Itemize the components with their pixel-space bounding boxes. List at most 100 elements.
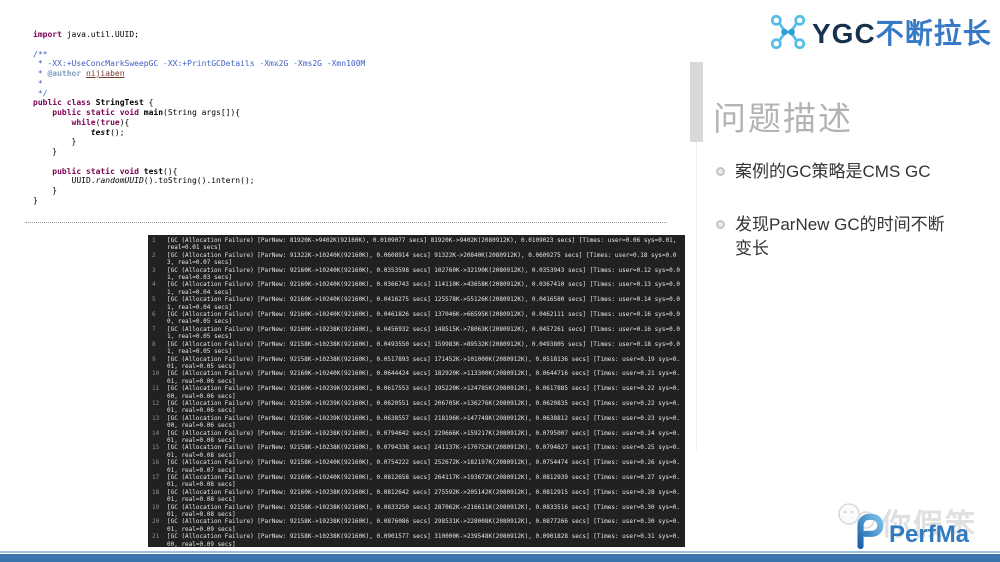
bullet-list: 案例的GC策略是CMS GC 发现ParNew GC的时间不断变长 (716, 160, 960, 290)
code-token: (String args[]){ (163, 108, 241, 117)
perfma-logo-text: PerfMa (889, 521, 970, 548)
brand-logo: YGC不断拉长 (770, 12, 992, 52)
code-line: } (33, 186, 663, 196)
line-number: 20 (152, 518, 160, 526)
gc-log-text: [GC (Allocation Failure) [ParNew: 92160K… (167, 281, 680, 296)
code-token: UUID. (33, 176, 96, 186)
code-token: /** (33, 49, 48, 59)
gc-log-row: 14 [GC (Allocation Failure) [ParNew: 9215… (148, 430, 683, 445)
gc-log-text: [GC (Allocation Failure) [ParNew: 92158K… (167, 503, 680, 519)
code-line: public static void main(String args[]){ (33, 108, 663, 118)
line-number: 14 (152, 429, 160, 437)
code-token: test (143, 166, 164, 176)
bottom-accent-line (0, 551, 1000, 553)
code-block: import java.util.UUID; /** * -XX:+UseCon… (33, 30, 663, 206)
gc-log-text: [GC (Allocation Failure) [ParNew: 92160K… (167, 474, 680, 489)
gc-log-row: 4 [GC (Allocation Failure) [ParNew: 92160… (148, 281, 683, 296)
bottom-bar (0, 554, 1000, 562)
gc-log-row: 13 [GC (Allocation Failure) [ParNew: 9215… (148, 415, 683, 430)
brand-title-primary: YGC (812, 18, 876, 49)
gc-log-row: 1 [GC (Allocation Failure) [ParNew: 81920… (148, 237, 683, 252)
code-line: test(); (33, 128, 663, 138)
code-line: * -XX:+UseConcMarkSweepGC -XX:+PrintGCDe… (33, 59, 663, 69)
bullet-marker-icon (716, 167, 725, 176)
code-token: (); (110, 127, 125, 137)
gc-log-text: [GC (Allocation Failure) [ParNew: 91322K… (167, 251, 677, 267)
line-number: 7 (152, 325, 156, 333)
gc-log-text: [GC (Allocation Failure) [ParNew: 92159K… (167, 429, 680, 444)
code-token: } (33, 137, 77, 147)
brand-title-secondary: 不断拉长 (875, 18, 992, 49)
bullet-text: 案例的GC策略是CMS GC (735, 162, 931, 181)
line-number: 10 (152, 370, 160, 378)
gc-log-row: 10 [GC (Allocation Failure) [ParNew: 9216… (148, 370, 683, 385)
line-number: 19 (152, 503, 160, 511)
code-line: */ (33, 89, 663, 99)
gc-log-text: [GC (Allocation Failure) [ParNew: 92158K… (167, 340, 680, 356)
gc-log-row: 21 [GC (Allocation Failure) [ParNew: 9215… (148, 533, 683, 547)
code-token: ().toString().intern(); (143, 176, 255, 186)
gc-log-row: 11 [GC (Allocation Failure) [ParNew: 9216… (148, 385, 683, 400)
gc-log-text: [GC (Allocation Failure) [ParNew: 92160K… (167, 296, 680, 311)
panel-title: 问题描述 (713, 100, 853, 137)
gc-log-text: [GC (Allocation Failure) [ParNew: 92158K… (167, 533, 680, 547)
gc-log-text: [GC (Allocation Failure) [ParNew: 92160K… (167, 488, 680, 504)
code-line: } (33, 147, 663, 157)
code-token: } (33, 147, 58, 156)
line-number: 9 (152, 355, 156, 363)
gc-log-row: 5 [GC (Allocation Failure) [ParNew: 92160… (148, 296, 683, 311)
bullet-marker-icon (716, 220, 725, 229)
code-token: public static void (52, 108, 144, 117)
code-line: * @author nijiaben (33, 69, 663, 79)
perfma-logo: PerfMa (853, 512, 969, 550)
line-number: 12 (152, 399, 160, 407)
code-line: } (33, 137, 663, 147)
gc-log-row: 12 [GC (Allocation Failure) [ParNew: 9215… (148, 400, 683, 415)
gc-log-row: 8 [GC (Allocation Failure) [ParNew: 92158… (148, 341, 683, 356)
gc-log-text: [GC (Allocation Failure) [ParNew: 92160K… (167, 266, 680, 282)
gc-log-row: 7 [GC (Allocation Failure) [ParNew: 92160… (148, 326, 683, 341)
perfma-mark-icon (857, 513, 884, 550)
code-token: } (33, 195, 38, 205)
gc-log-row: 18 [GC (Allocation Failure) [ParNew: 9216… (148, 489, 683, 504)
gc-log-row: 17 [GC (Allocation Failure) [ParNew: 9216… (148, 474, 683, 489)
line-number: 5 (152, 296, 156, 304)
line-number: 6 (152, 311, 156, 319)
code-line: public static void test(){ (33, 167, 663, 177)
line-number: 17 (152, 474, 160, 481)
code-line: } (33, 196, 663, 206)
code-token: true (100, 117, 120, 127)
gc-log-terminal: 1 [GC (Allocation Failure) [ParNew: 81920… (148, 235, 685, 547)
code-token: ){ (119, 117, 130, 127)
gc-log-row: 15 [GC (Allocation Failure) [ParNew: 9215… (148, 444, 683, 459)
scrollbar-thumb[interactable] (690, 62, 703, 142)
code-token: * -XX:+UseConcMarkSweepGC -XX:+PrintGCDe… (33, 59, 366, 69)
gc-log-text: [GC (Allocation Failure) [ParNew: 92158K… (167, 459, 680, 474)
code-token: import (33, 30, 67, 39)
code-token: StringTest (95, 98, 144, 108)
author-link[interactable]: nijiaben (86, 69, 125, 78)
code-token: */ (33, 88, 48, 98)
gc-log-text: [GC (Allocation Failure) [ParNew: 92160K… (167, 385, 680, 400)
bullet-item: 发现ParNew GC的时间不断变长 (716, 213, 960, 261)
line-number: 2 (152, 251, 156, 259)
bullet-item: 案例的GC策略是CMS GC (716, 160, 960, 184)
gc-log-text: [GC (Allocation Failure) [ParNew: 92158K… (167, 444, 680, 459)
code-line: while(true){ (33, 118, 663, 128)
brand-title: YGC不断拉长 (812, 12, 992, 52)
gc-log-text: [GC (Allocation Failure) [ParNew: 92158K… (167, 518, 680, 533)
code-token: { (143, 98, 154, 108)
code-token: main (143, 108, 164, 117)
gc-log-text: [GC (Allocation Failure) [ParNew: 92159K… (167, 399, 680, 415)
watermark: 你假笨 PerfMa (835, 498, 995, 552)
code-token: * (33, 69, 48, 78)
line-number: 16 (152, 459, 160, 467)
code-token: * (33, 78, 43, 88)
code-token: public static void (52, 166, 144, 176)
gc-log-text: [GC (Allocation Failure) [ParNew: 92160K… (167, 311, 680, 326)
